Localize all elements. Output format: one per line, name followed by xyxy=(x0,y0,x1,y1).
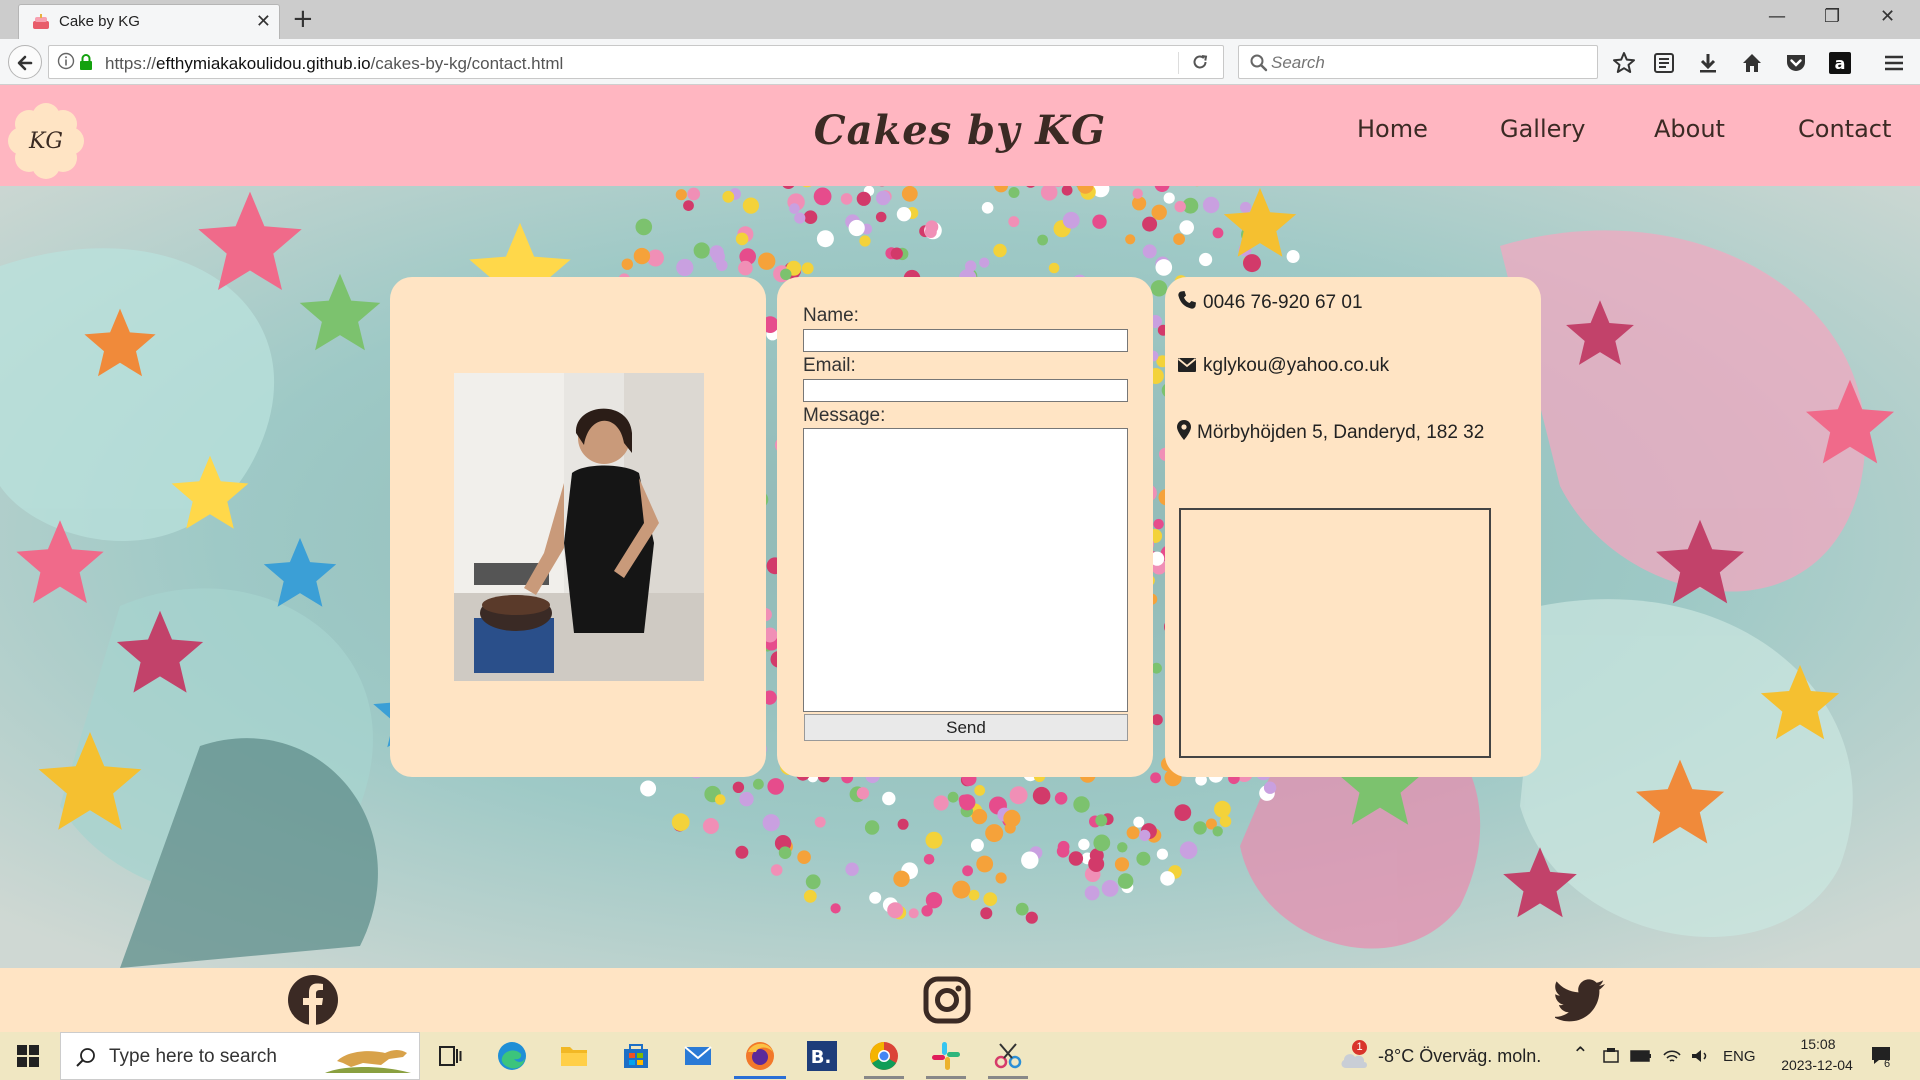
microsoft-store-icon[interactable] xyxy=(618,1038,654,1074)
baker-photo xyxy=(454,373,704,681)
message-textarea[interactable] xyxy=(803,428,1128,712)
reload-icon[interactable] xyxy=(1189,51,1211,73)
chevron-up-icon[interactable]: ⌃ xyxy=(1572,1042,1589,1067)
weather-text[interactable]: -8°C Överväg. moln. xyxy=(1378,1046,1541,1067)
address-row: Mörbyhöjden 5, Danderyd, 182 32 xyxy=(1177,420,1484,444)
envelope-icon xyxy=(1177,358,1197,372)
nav-contact-link[interactable]: Contact xyxy=(1798,115,1891,143)
browser-search-input[interactable] xyxy=(1271,51,1571,75)
menu-icon[interactable] xyxy=(1882,51,1906,75)
notification-center-icon[interactable] xyxy=(1870,1045,1894,1067)
url-text[interactable]: https://efthymiakakoulidou.github.io/cak… xyxy=(105,54,563,74)
restore-button[interactable]: ❐ xyxy=(1824,5,1840,29)
task-view-icon[interactable] xyxy=(432,1038,468,1074)
wifi-icon[interactable] xyxy=(1662,1047,1682,1065)
edge-browser-icon[interactable] xyxy=(494,1038,530,1074)
windows-taskbar: Type here to search B. 1 -8°C Överväg. m… xyxy=(0,1032,1920,1080)
browser-tab[interactable]: Cake by KG ✕ xyxy=(18,4,280,39)
name-field[interactable] xyxy=(803,329,1128,352)
pocket-icon[interactable] xyxy=(1784,51,1808,75)
message-label: Message: xyxy=(803,405,886,426)
taskbar-search-placeholder: Type here to search xyxy=(109,1046,277,1067)
amazon-icon[interactable]: a xyxy=(1828,51,1852,75)
minimize-button[interactable]: — xyxy=(1768,5,1786,29)
browser-search-bar[interactable] xyxy=(1238,45,1598,79)
weather-alert-badge: 1 xyxy=(1352,1040,1367,1055)
search-icon xyxy=(1250,54,1268,72)
email-row: kglykou@yahoo.co.uk xyxy=(1177,355,1389,377)
battery-icon[interactable] xyxy=(1630,1049,1652,1063)
lock-icon xyxy=(80,54,92,70)
taskbar-search-box[interactable]: Type here to search xyxy=(60,1032,420,1080)
map-pin-icon xyxy=(1177,420,1191,440)
snipping-indicator xyxy=(988,1076,1028,1079)
phone-text: 0046 76-920 67 01 xyxy=(1203,292,1363,313)
meet-now-icon[interactable] xyxy=(1602,1047,1620,1065)
phone-row: 0046 76-920 67 01 xyxy=(1177,290,1363,314)
site-header: KG Cakes by KG Home Gallery About Contac… xyxy=(0,85,1920,186)
site-title: Cakes by KG xyxy=(813,107,1107,154)
info-icon[interactable] xyxy=(57,52,75,70)
nav-home-link[interactable]: Home xyxy=(1357,115,1428,143)
snipping-tool-icon[interactable] xyxy=(990,1038,1026,1074)
notification-count: 6 xyxy=(1884,1058,1891,1070)
chrome-indicator xyxy=(864,1076,904,1079)
cheetah-search-highlight-icon xyxy=(325,1050,411,1073)
tab-close-icon[interactable]: ✕ xyxy=(256,11,271,32)
send-button[interactable]: Send xyxy=(804,714,1128,741)
svg-text:B.: B. xyxy=(811,1047,832,1068)
email-label: Email: xyxy=(803,355,856,376)
windows-start-icon[interactable] xyxy=(16,1044,40,1068)
instagram-icon[interactable] xyxy=(921,974,973,1026)
mail-icon[interactable] xyxy=(680,1038,716,1074)
slack-icon[interactable] xyxy=(928,1038,964,1074)
map-embed-frame[interactable] xyxy=(1179,508,1491,758)
email-text: kglykou@yahoo.co.uk xyxy=(1203,355,1390,376)
volume-icon[interactable] xyxy=(1690,1047,1710,1065)
logo-text: KG xyxy=(28,129,63,154)
name-label: Name: xyxy=(803,305,859,326)
close-window-button[interactable]: ✕ xyxy=(1880,5,1895,29)
nav-gallery-link[interactable]: Gallery xyxy=(1500,115,1585,143)
arrow-left-icon xyxy=(17,55,33,71)
clock-time[interactable]: 15:08 xyxy=(1790,1036,1846,1052)
clock-date[interactable]: 2023-12-04 xyxy=(1767,1057,1867,1073)
slack-indicator xyxy=(926,1076,966,1079)
browser-tab-bar: Cake by KG ✕ + — ❐ ✕ xyxy=(0,0,1920,39)
cake-favicon-icon xyxy=(33,14,49,29)
browser-nav-bar: https://efthymiakakoulidou.github.io/cak… xyxy=(0,39,1920,85)
url-divider xyxy=(1178,52,1179,74)
back-button[interactable] xyxy=(8,45,42,79)
chrome-icon[interactable] xyxy=(866,1038,902,1074)
site-logo[interactable]: KG xyxy=(8,103,84,179)
url-bar[interactable]: https://efthymiakakoulidou.github.io/cak… xyxy=(48,45,1224,79)
contact-form-card: Name: Email: Message: Send xyxy=(777,277,1153,777)
file-explorer-icon[interactable] xyxy=(556,1038,592,1074)
baker-photo-card xyxy=(390,277,766,777)
site-footer xyxy=(0,968,1920,1032)
twitter-icon[interactable] xyxy=(1555,974,1607,1026)
email-field[interactable] xyxy=(803,379,1128,402)
reading-list-icon[interactable] xyxy=(1652,51,1676,75)
phone-icon xyxy=(1178,291,1196,309)
bokio-app-icon[interactable]: B. xyxy=(804,1038,840,1074)
download-icon[interactable] xyxy=(1696,51,1720,75)
nav-about-link[interactable]: About xyxy=(1654,115,1725,143)
firefox-icon[interactable] xyxy=(742,1038,778,1074)
tab-title: Cake by KG xyxy=(59,13,140,30)
language-indicator[interactable]: ENG xyxy=(1723,1048,1756,1065)
home-icon[interactable] xyxy=(1740,51,1764,75)
facebook-icon[interactable] xyxy=(287,974,339,1026)
contact-info-card: 0046 76-920 67 01 kglykou@yahoo.co.uk Mö… xyxy=(1165,277,1541,777)
address-text: Mörbyhöjden 5, Danderyd, 182 32 xyxy=(1197,422,1485,443)
search-icon xyxy=(76,1048,95,1067)
firefox-active-indicator xyxy=(734,1076,786,1079)
new-tab-button[interactable]: + xyxy=(292,4,314,34)
bookmark-star-icon[interactable] xyxy=(1612,51,1636,75)
svg-text:a: a xyxy=(1835,54,1846,73)
